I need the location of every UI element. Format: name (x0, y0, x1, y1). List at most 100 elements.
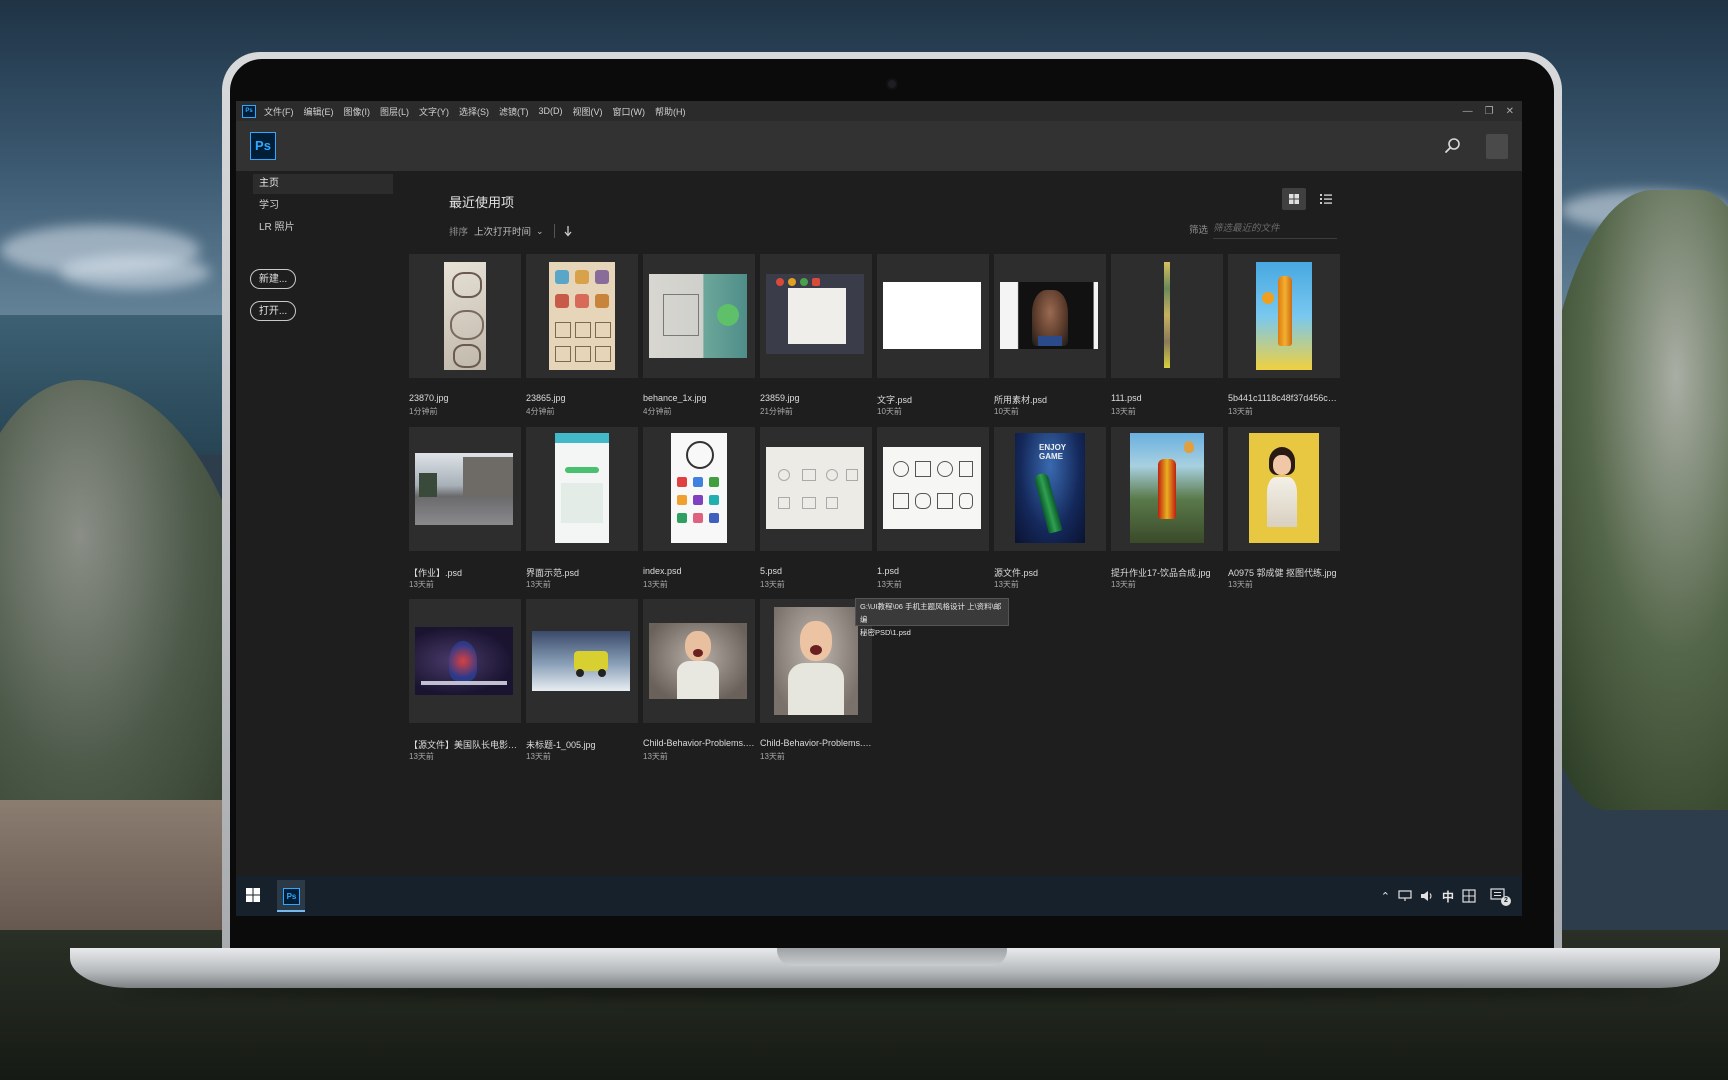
menu-help[interactable]: 帮助(H) (655, 105, 686, 118)
filter-input[interactable] (1213, 218, 1337, 239)
file-thumbnail[interactable] (643, 254, 755, 378)
sidebar-item-learn[interactable]: 学习 (253, 196, 393, 216)
street-photo-image (415, 453, 513, 525)
tall-strip-image (1164, 262, 1170, 368)
file-time: 13天前 (1111, 407, 1136, 416)
file-name: 界面示范.psd (526, 568, 580, 578)
file-time: 10天前 (994, 407, 1019, 416)
photoshop-icon: Ps (283, 888, 300, 905)
file-name: behance_1x.jpg (643, 393, 707, 403)
file-name: 【源文件】美国队长电影海... (409, 740, 521, 750)
file-name: 提升作业17-饮品合成.jpg (1111, 568, 1211, 578)
volume-icon[interactable] (1420, 890, 1434, 902)
file-time: 4分钟前 (526, 407, 555, 416)
jeep-ad-image (532, 631, 630, 691)
file-name: 未标题-1_005.jpg (526, 740, 596, 750)
grid-view-icon[interactable] (1282, 188, 1306, 210)
list-view-icon[interactable] (1314, 188, 1338, 210)
file-thumbnail[interactable] (526, 599, 638, 723)
tooltip-line: G:\UI教程\06 手机主题风格设计 上\资料\邮编 (860, 602, 1002, 624)
file-name: 23870.jpg (409, 393, 449, 403)
file-time: 13天前 (643, 752, 668, 761)
sort-label: 排序 (449, 227, 469, 238)
file-thumbnail[interactable] (994, 254, 1106, 378)
file-thumbnail[interactable] (1111, 427, 1223, 551)
file-name: 文字.psd (877, 395, 913, 405)
keyboard-layout-icon[interactable] (1462, 889, 1476, 903)
drink-composite-image (1130, 433, 1204, 543)
file-name: 所用素材.psd (994, 395, 1048, 405)
file-thumbnail[interactable] (1111, 254, 1223, 378)
file-time: 21分钟前 (760, 407, 793, 416)
file-thumbnail[interactable] (526, 254, 638, 378)
close-icon[interactable]: ✕ (1506, 106, 1514, 117)
file-time: 13天前 (994, 580, 1019, 589)
file-thumbnail[interactable] (760, 254, 872, 378)
file-time: 13天前 (526, 580, 551, 589)
file-time: 13天前 (1228, 407, 1253, 416)
file-thumbnail[interactable] (409, 427, 521, 551)
photoshop-logo: Ps (250, 132, 276, 160)
menu-edit[interactable]: 编辑(E) (304, 105, 334, 118)
menu-select[interactable]: 选择(S) (459, 105, 489, 118)
file-name: Child-Behavior-Problems.jpg (643, 738, 755, 748)
drawing-desk-image (766, 274, 864, 354)
menu-filter[interactable]: 滤镜(T) (499, 105, 529, 118)
file-thumbnail[interactable] (643, 599, 755, 723)
file-name: Child-Behavior-Problems.jpg (760, 738, 872, 748)
file-thumbnail[interactable] (643, 427, 755, 551)
file-name: A0975 郭成健 抠图代练.jpg (1228, 568, 1337, 578)
network-icon[interactable] (1398, 890, 1412, 902)
file-thumbnail[interactable] (409, 599, 521, 723)
file-time: 13天前 (760, 580, 785, 589)
page-title: 最近使用项 (449, 195, 515, 210)
file-time: 13天前 (1228, 580, 1253, 589)
sidebar: 主页 学习 LR 照片 新建... 打开... (236, 171, 401, 876)
system-tray: ⌃ 中 2 (1381, 876, 1511, 916)
open-button[interactable]: 打开... (250, 301, 296, 321)
search-icon[interactable] (1442, 135, 1464, 157)
file-thumbnail[interactable] (1228, 254, 1340, 378)
menu-view[interactable]: 视图(V) (573, 105, 603, 118)
cloud (60, 255, 210, 290)
portrait-cutout-image (1249, 433, 1319, 543)
chevron-down-icon[interactable]: ⌄ (536, 226, 544, 237)
ime-indicator[interactable]: 中 (1442, 888, 1454, 905)
avatar[interactable] (1486, 134, 1508, 159)
file-time: 13天前 (526, 752, 551, 761)
file-thumbnail[interactable] (760, 427, 872, 551)
sidebar-item-lr-photos[interactable]: LR 照片 (253, 218, 393, 238)
restore-icon[interactable]: ❐ (1485, 106, 1494, 117)
chevron-up-icon[interactable]: ⌃ (1381, 890, 1390, 903)
divider (553, 224, 555, 238)
file-thumbnail[interactable] (877, 427, 989, 551)
sidebar-item-home[interactable]: 主页 (253, 174, 393, 194)
menu-image[interactable]: 图像(I) (344, 105, 371, 118)
beer-poster-image: ENJOY GAME (1015, 433, 1085, 543)
notification-center[interactable]: 2 (1490, 888, 1511, 906)
file-thumbnail[interactable] (877, 254, 989, 378)
windows-start-icon[interactable] (246, 888, 260, 902)
sort-select[interactable]: 上次打开时间 (474, 224, 531, 238)
file-thumbnail[interactable] (409, 254, 521, 378)
file-thumbnail[interactable]: ENJOY GAME (994, 427, 1106, 551)
screen: Ps 文件(F) 编辑(E) 图像(I) 图层(L) 文字(Y) 选择(S) 滤… (236, 101, 1522, 916)
sort-direction-icon[interactable] (563, 225, 573, 237)
minimize-icon[interactable]: — (1463, 106, 1473, 117)
menu-window[interactable]: 窗口(W) (613, 105, 646, 118)
active-indicator (277, 910, 305, 912)
menu-layer[interactable]: 图层(L) (380, 105, 409, 118)
home-header: Ps (236, 121, 1522, 171)
menu-file[interactable]: 文件(F) (264, 105, 294, 118)
file-name: 111.psd (1111, 393, 1142, 403)
icon-sheet-image (549, 262, 615, 370)
movie-poster-image (415, 627, 513, 695)
menu-type[interactable]: 文字(Y) (419, 105, 449, 118)
taskbar-photoshop-button[interactable]: Ps (277, 880, 305, 912)
file-thumbnail[interactable] (1228, 427, 1340, 551)
drink-ad-image (1256, 262, 1312, 370)
file-thumbnail[interactable] (526, 427, 638, 551)
new-button[interactable]: 新建... (250, 269, 296, 289)
menu-3d[interactable]: 3D(D) (539, 106, 563, 116)
file-name: 23859.jpg (760, 393, 800, 403)
